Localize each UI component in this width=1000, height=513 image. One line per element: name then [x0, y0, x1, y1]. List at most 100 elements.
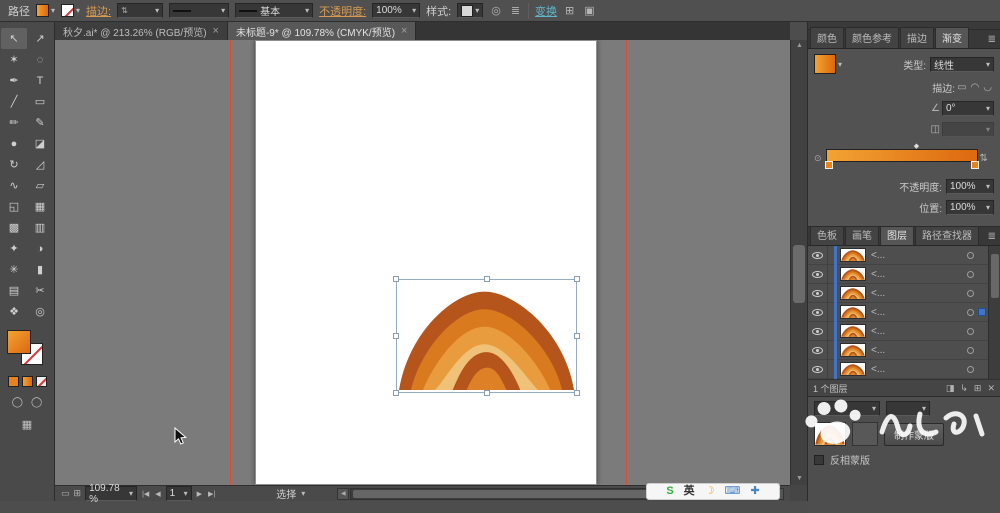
vertical-scrollbar[interactable] [790, 40, 807, 485]
none-button[interactable] [35, 376, 47, 387]
selection-handle[interactable] [574, 390, 580, 396]
eraser-tool-icon[interactable]: ◪ [27, 133, 53, 154]
draw-normal-icon[interactable]: ◯ [12, 397, 23, 408]
scale-tool-icon[interactable]: ◿ [27, 154, 53, 175]
layers-scrollbar[interactable] [988, 246, 1000, 379]
invert-mask-checkbox[interactable] [814, 454, 824, 465]
scrollbar-thumb[interactable] [793, 245, 805, 303]
graph-tool-icon[interactable]: ▮ [27, 259, 53, 280]
align-icon[interactable]: ⊞ [563, 4, 576, 17]
scroll-up-icon[interactable] [791, 40, 808, 52]
panel-menu-icon[interactable] [988, 231, 996, 242]
layer-row[interactable]: <... [808, 245, 1000, 265]
gradient-location-field[interactable]: 100% [946, 200, 994, 215]
lasso-tool-icon[interactable]: ◌ [27, 49, 53, 70]
selection-tool-icon[interactable]: ↖ [1, 28, 27, 49]
selection-handle[interactable] [393, 333, 399, 339]
artboard-tool-icon[interactable]: ▤ [1, 280, 27, 301]
shape-builder-tool-icon[interactable]: ◱ [1, 196, 27, 217]
selection-handle[interactable] [574, 276, 580, 282]
direct-selection-tool-icon[interactable]: ↗ [27, 28, 53, 49]
panel-tab-brushes[interactable]: 画笔 [845, 224, 879, 245]
scrollbar-thumb[interactable] [991, 254, 999, 298]
selection-handle[interactable] [483, 390, 490, 396]
document-tab-2[interactable]: 未标题-9* @ 109.78% (CMYK/预览) × [227, 22, 417, 40]
color-button[interactable] [7, 376, 19, 387]
free-transform-tool-icon[interactable]: ▱ [27, 175, 53, 196]
layer-row[interactable]: <... [808, 302, 1000, 322]
zoom-field[interactable]: 109.78 % [85, 483, 138, 505]
selection-handle[interactable] [393, 276, 399, 282]
mesh-tool-icon[interactable]: ▩ [1, 217, 27, 238]
layer-target-icon[interactable] [967, 270, 974, 278]
selection-handle[interactable] [483, 276, 490, 282]
panel-tab-gradient[interactable]: 渐变 [935, 27, 969, 48]
visibility-eye-icon[interactable] [808, 321, 828, 341]
rotate-tool-icon[interactable]: ↻ [1, 154, 27, 175]
stroke-link[interactable]: 描边: [86, 3, 111, 19]
layer-target-icon[interactable] [967, 327, 974, 335]
status-bar-icon[interactable]: ⊞ [74, 488, 82, 499]
gradient-slider[interactable] [824, 147, 979, 169]
gradient-button[interactable] [21, 376, 33, 387]
fill-swatch[interactable] [7, 330, 31, 354]
magic-wand-tool-icon[interactable]: ✶ [1, 49, 27, 70]
layer-row[interactable]: <... [808, 340, 1000, 360]
annotator-lock-icon[interactable]: ⊙ [814, 153, 822, 164]
pen-tool-icon[interactable]: ✒ [1, 70, 27, 91]
gradient-stop-start[interactable] [824, 161, 833, 169]
aspect-ratio-field[interactable] [942, 122, 994, 137]
panel-tab-color-guide[interactable]: 颜色参考 [845, 27, 899, 48]
night-mode-icon[interactable]: ☽ [705, 486, 715, 497]
stroke-weight-field[interactable]: ⇅ [117, 3, 164, 18]
prev-artboard-icon[interactable]: ◀ [154, 490, 161, 498]
visibility-eye-icon[interactable] [808, 340, 828, 360]
panel-tab-layers[interactable]: 图层 [880, 224, 914, 245]
document-setup-icon[interactable]: ◎ [489, 4, 503, 17]
opacity-link[interactable]: 不透明度: [319, 3, 366, 19]
close-icon[interactable]: × [213, 25, 219, 37]
gradient-type-dropdown[interactable]: 线性 [930, 56, 994, 72]
gradient-swatch[interactable] [814, 54, 836, 74]
layer-target-icon[interactable] [967, 289, 974, 297]
layer-row[interactable]: <... [808, 321, 1000, 341]
canvas-area[interactable] [55, 40, 790, 485]
selected-artwork[interactable] [393, 276, 580, 396]
ime-toolbar[interactable]: S 英 ☽ ⌨ ✚ [646, 483, 780, 500]
new-layer-icon[interactable] [974, 383, 982, 394]
new-sublayer-icon[interactable] [960, 383, 968, 394]
align-options-icon[interactable]: ≣ [509, 4, 522, 17]
delete-layer-icon[interactable] [987, 383, 995, 394]
make-clip-mask-icon[interactable] [946, 383, 955, 394]
blob-brush-tool-icon[interactable]: ● [1, 133, 27, 154]
zoom-tool-icon[interactable]: ◎ [27, 301, 53, 322]
stroke-color-swatch[interactable] [61, 4, 80, 17]
transform-link[interactable]: 变换 [535, 3, 557, 19]
layer-target-icon[interactable] [967, 251, 974, 259]
eyedropper-tool-icon[interactable]: ✦ [1, 238, 27, 259]
perspective-grid-tool-icon[interactable]: ▦ [27, 196, 53, 217]
pencil-tool-icon[interactable]: ✎ [27, 112, 53, 133]
chevron-down-icon[interactable] [838, 60, 842, 69]
screen-mode-icon[interactable]: ▦ [0, 418, 54, 431]
visibility-eye-icon[interactable] [808, 283, 828, 303]
panel-tab-stroke[interactable]: 描边 [900, 27, 934, 48]
visibility-eye-icon[interactable] [808, 359, 828, 379]
visibility-eye-icon[interactable] [808, 302, 828, 322]
blend-tool-icon[interactable]: ◑ [27, 238, 53, 259]
hand-tool-icon[interactable]: ❖ [1, 301, 27, 322]
selection-handle[interactable] [393, 390, 399, 396]
next-artboard-icon[interactable]: ▶ [196, 490, 203, 498]
scroll-down-icon[interactable] [791, 473, 808, 485]
toolbox-icon[interactable]: ✚ [750, 486, 759, 497]
panel-tab-color[interactable]: 颜色 [810, 27, 844, 48]
panel-tab-pathfinder[interactable]: 路径查找器 [915, 224, 979, 245]
layer-target-icon[interactable] [967, 365, 974, 373]
scroll-left-icon[interactable] [337, 487, 350, 500]
gradient-midpoint[interactable] [914, 142, 919, 150]
panel-tab-swatches[interactable]: 色板 [810, 224, 844, 245]
blend-mode-dropdown[interactable] [814, 401, 880, 416]
style-dropdown[interactable] [457, 3, 484, 18]
distribute-icon[interactable]: ▣ [582, 4, 596, 17]
close-icon[interactable]: × [401, 25, 407, 37]
